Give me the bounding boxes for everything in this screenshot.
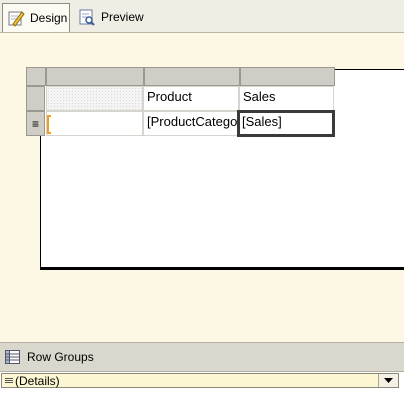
row-group-details[interactable]: (Details)	[1, 373, 399, 388]
header-cell-product[interactable]: Product	[143, 86, 239, 111]
detail-cell-1[interactable]	[46, 111, 143, 136]
row-group-details-label: (Details)	[15, 373, 60, 388]
row-group-dropdown-button[interactable]	[378, 374, 398, 387]
tablix-column-handles	[26, 67, 335, 86]
row-groups-header: Row Groups	[0, 342, 404, 371]
column-handle-1[interactable]	[46, 67, 144, 86]
detail-cell-product-category[interactable]: [ProductCatego	[143, 111, 239, 136]
tab-design-label: Design	[30, 11, 68, 25]
row-groups-icon	[5, 350, 20, 364]
row-handle-header[interactable]	[26, 86, 45, 111]
detail-cell-sales[interactable]: [Sales]	[237, 110, 335, 137]
header-cell-sales[interactable]: Sales	[239, 86, 334, 111]
tab-preview-label: Preview	[101, 10, 144, 24]
row-handle-details[interactable]: ≡	[26, 111, 45, 136]
column-handle-3[interactable]	[240, 67, 335, 86]
tablix-corner-handle[interactable]	[26, 67, 46, 86]
header-cell-1[interactable]	[46, 86, 143, 111]
tab-design[interactable]: Design	[2, 3, 70, 32]
preview-icon	[78, 8, 96, 26]
design-surface[interactable]: ≡ Product Sales [ProductCatego [Sales]	[0, 33, 404, 341]
column-handle-2[interactable]	[144, 67, 240, 86]
tab-strip: Design Preview	[0, 0, 404, 33]
chevron-down-icon	[384, 378, 393, 383]
row-groups-list: (Details)	[0, 371, 404, 417]
design-pencil-icon	[7, 9, 25, 27]
grip-icon	[5, 378, 13, 383]
details-row-symbol: ≡	[31, 116, 39, 131]
row-group-bracket	[47, 115, 51, 134]
row-groups-title: Row Groups	[27, 350, 94, 364]
tab-preview[interactable]: Preview	[74, 4, 154, 30]
